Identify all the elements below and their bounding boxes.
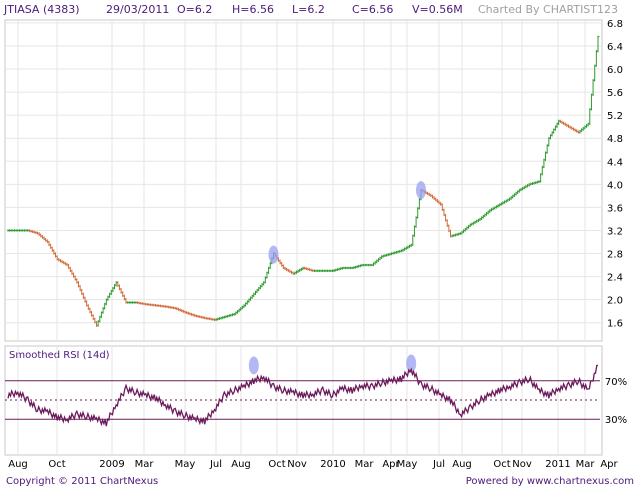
close-label: C=6.56	[352, 3, 393, 16]
price-panel-frame	[4, 19, 603, 342]
rsi-panel: Smoothed RSI (14d) 70% 30%	[4, 345, 627, 456]
price-y-tick-label: 1.6	[607, 319, 623, 330]
copyright-label: Copyright © 2011 ChartNexus	[6, 476, 158, 487]
x-tick-label: Aug	[8, 459, 28, 470]
rsi-panel-frame	[4, 345, 603, 456]
date-label: 29/03/2011	[106, 3, 169, 16]
chart-canvas: JTIASA (4383) 29/03/2011 O=6.2 H=6.56 L=…	[3, 3, 634, 487]
powered-by-label: Powered by www.chartnexus.com	[466, 476, 634, 487]
x-tick-label: Mar	[355, 459, 375, 470]
price-y-tick-label: 5.2	[607, 111, 623, 122]
price-y-tick-label: 6.0	[607, 65, 623, 76]
high-label: H=6.56	[232, 3, 274, 16]
x-tick-label: 2009	[99, 459, 124, 470]
price-y-tick-label: 4.8	[607, 134, 623, 145]
rsi-y-tick-label: 70%	[605, 377, 627, 388]
x-tick-label: 2011	[545, 459, 570, 470]
x-tick-label: Nov	[512, 459, 532, 470]
x-axis: Aug Oct 2009 Mar May Jul Aug Oct Nov 2010 Mar AprMa…	[8, 459, 618, 470]
x-tick-label: Nov	[287, 459, 307, 470]
rsi-highlight-marker	[248, 356, 259, 375]
x-tick-label: Aug	[231, 459, 251, 470]
price-y-tick-label: 2.4	[607, 273, 623, 284]
price-y-tick-label: 4.0	[607, 180, 623, 191]
x-tick-label: 2010	[320, 459, 345, 470]
price-y-tick-label: 5.6	[607, 88, 623, 99]
x-tick-label: Oct	[48, 459, 65, 470]
price-y-tick-label: 3.6	[607, 203, 623, 214]
price-y-tick-label: 2.8	[607, 250, 623, 261]
price-y-ticks: 1.6 2.0 2.4 2.8 3.2 3.6 4.0 4.4 4.8 5.2 5.6 6.0 6.4 6…	[607, 19, 623, 330]
open-label: O=6.2	[177, 3, 212, 16]
volume-label: V=0.56M	[412, 3, 463, 16]
rsi-y-tick-label: 30%	[605, 415, 627, 426]
price-highlight-marker	[268, 245, 279, 264]
price-y-tick-label: 6.4	[607, 42, 623, 53]
x-tick-label: May	[397, 459, 418, 470]
x-tick-label: Mar	[576, 459, 596, 470]
x-tick-label: Jul	[209, 459, 222, 470]
price-y-tick-label: 4.4	[607, 157, 623, 168]
rsi-title: Smoothed RSI (14d)	[9, 350, 110, 361]
price-y-tick-label: 6.8	[607, 19, 623, 30]
price-highlight-marker	[416, 181, 426, 200]
price-y-tick-label: 3.2	[607, 226, 623, 237]
charted-by-label: Charted By CHARTIST123	[478, 3, 618, 16]
symbol-label: JTIASA (4383)	[3, 3, 80, 16]
x-tick-label: Aug	[452, 459, 472, 470]
x-tick-label: Mar	[135, 459, 155, 470]
chart-header: JTIASA (4383) 29/03/2011 O=6.2 H=6.56 L=…	[3, 3, 618, 16]
rsi-y-ticks: 70% 30%	[605, 377, 627, 426]
price-y-tick-label: 2.0	[607, 296, 623, 307]
chart-footer: Copyright © 2011 ChartNexus Powered by w…	[6, 476, 634, 487]
x-tick-label: May	[175, 459, 196, 470]
low-label: L=6.2	[292, 3, 325, 16]
price-panel: 1.6 2.0 2.4 2.8 3.2 3.6 4.0 4.4 4.8 5.2 5.6 6.0 6.4 6…	[4, 19, 623, 342]
x-tick-label: Oct	[493, 459, 510, 470]
x-tick-label: Jul	[432, 459, 445, 470]
x-tick-label: Oct	[268, 459, 285, 470]
x-tick-label: Apr	[600, 459, 618, 470]
